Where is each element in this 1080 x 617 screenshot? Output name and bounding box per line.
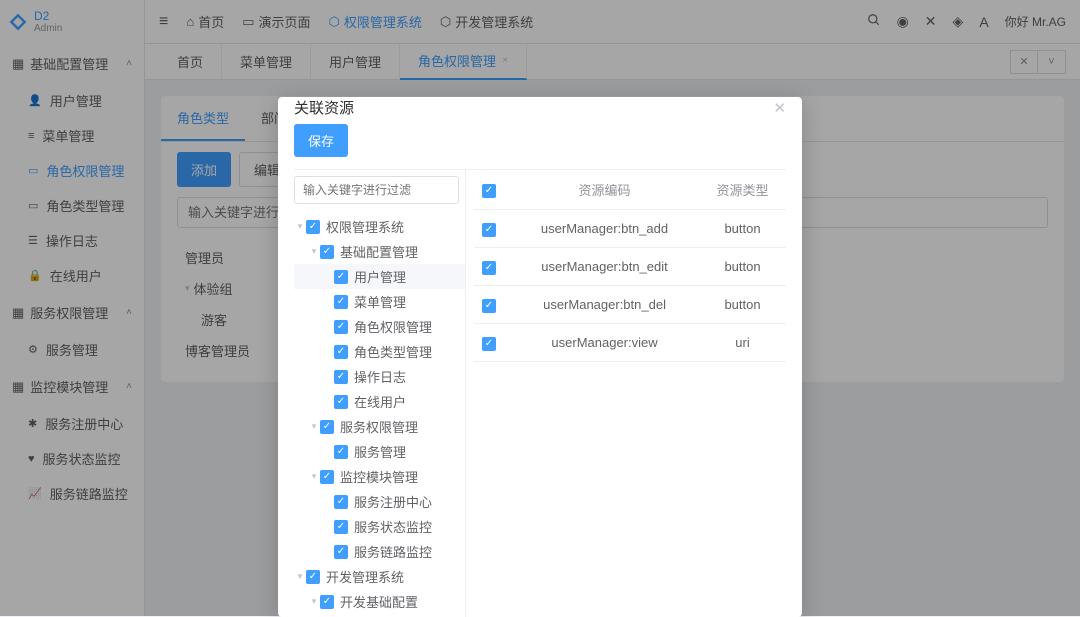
resource-table: 资源编码 资源类型 userManager:btn_addbuttonuserM… bbox=[474, 170, 786, 362]
cell-type: button bbox=[699, 286, 786, 324]
cell-type: uri bbox=[699, 324, 786, 362]
cell-type: button bbox=[699, 248, 786, 286]
tree-checkbox[interactable] bbox=[320, 470, 334, 484]
tree-label: 监控模块管理 bbox=[340, 467, 418, 486]
tree-checkbox[interactable] bbox=[334, 295, 348, 309]
expand-icon[interactable]: ▾ bbox=[294, 571, 306, 582]
row-checkbox[interactable] bbox=[482, 261, 496, 275]
save-button[interactable]: 保存 bbox=[294, 124, 348, 157]
expand-icon[interactable]: ▾ bbox=[308, 421, 320, 432]
tree-checkbox[interactable] bbox=[334, 395, 348, 409]
tree-label: 服务权限管理 bbox=[340, 417, 418, 436]
tree-node-9[interactable]: ▸服务管理 bbox=[294, 439, 465, 464]
tree-label: 角色类型管理 bbox=[354, 342, 432, 361]
tree-label: 角色权限管理 bbox=[354, 317, 432, 336]
row-checkbox[interactable] bbox=[482, 223, 496, 237]
tree-node-14[interactable]: ▾ 开发管理系统 bbox=[294, 564, 465, 589]
resource-tree: ▾ 权限管理系统 ▾ 基础配置管理 ▸用户管理▸菜单管理▸角色权限管理▸角色类型管理▸操… bbox=[294, 210, 465, 617]
tree-node-5[interactable]: ▸角色类型管理 bbox=[294, 339, 465, 364]
tree-checkbox[interactable] bbox=[320, 595, 334, 609]
tree-checkbox[interactable] bbox=[334, 520, 348, 534]
modal-title: 关联资源 bbox=[294, 97, 354, 118]
table-row: userManager:viewuri bbox=[474, 324, 786, 362]
cell-code: userManager:btn_add bbox=[510, 210, 699, 248]
tree-checkbox[interactable] bbox=[306, 220, 320, 234]
tree-checkbox[interactable] bbox=[334, 270, 348, 284]
cell-code: userManager:view bbox=[510, 324, 699, 362]
tree-label: 菜单管理 bbox=[354, 292, 406, 311]
tree-node-3[interactable]: ▸菜单管理 bbox=[294, 289, 465, 314]
tree-node-6[interactable]: ▸操作日志 bbox=[294, 364, 465, 389]
tree-checkbox[interactable] bbox=[320, 420, 334, 434]
modal: 关联资源 ✕ 保存 ▾ 权限管理系统 ▾ 基础配置管理 ▸用户管理▸菜单管理▸角色权限管… bbox=[278, 97, 802, 617]
expand-icon[interactable]: ▾ bbox=[308, 471, 320, 482]
cell-code: userManager:btn_del bbox=[510, 286, 699, 324]
tree-node-11[interactable]: ▸服务注册中心 bbox=[294, 489, 465, 514]
row-checkbox[interactable] bbox=[482, 299, 496, 313]
tree-node-2[interactable]: ▸用户管理 bbox=[294, 264, 465, 289]
tree-label: 基础配置管理 bbox=[340, 242, 418, 261]
tree-label: 在线用户 bbox=[354, 392, 406, 411]
tree-node-1[interactable]: ▾ 基础配置管理 bbox=[294, 239, 465, 264]
tree-checkbox[interactable] bbox=[334, 445, 348, 459]
tree-node-12[interactable]: ▸服务状态监控 bbox=[294, 514, 465, 539]
tree-checkbox[interactable] bbox=[334, 370, 348, 384]
table-row: userManager:btn_addbutton bbox=[474, 210, 786, 248]
tree-checkbox[interactable] bbox=[306, 570, 320, 584]
tree-checkbox[interactable] bbox=[334, 545, 348, 559]
tree-label: 服务链路监控 bbox=[354, 542, 432, 561]
tree-node-13[interactable]: ▸服务链路监控 bbox=[294, 539, 465, 564]
tree-label: 服务注册中心 bbox=[354, 492, 432, 511]
expand-icon[interactable]: ▾ bbox=[294, 221, 306, 232]
tree-label: 开发基础配置 bbox=[340, 592, 418, 611]
tree-label: 服务状态监控 bbox=[354, 517, 432, 536]
tree-search-input[interactable] bbox=[294, 176, 459, 204]
tree-checkbox[interactable] bbox=[334, 320, 348, 334]
close-icon[interactable]: ✕ bbox=[773, 99, 786, 117]
tree-node-10[interactable]: ▾ 监控模块管理 bbox=[294, 464, 465, 489]
tree-checkbox[interactable] bbox=[320, 245, 334, 259]
tree-label: 操作日志 bbox=[354, 367, 406, 386]
expand-icon[interactable]: ▾ bbox=[308, 246, 320, 257]
table-row: userManager:btn_delbutton bbox=[474, 286, 786, 324]
col-type: 资源类型 bbox=[699, 170, 786, 210]
col-code: 资源编码 bbox=[510, 170, 699, 210]
tree-checkbox[interactable] bbox=[334, 495, 348, 509]
tree-node-4[interactable]: ▸角色权限管理 bbox=[294, 314, 465, 339]
tree-node-15[interactable]: ▾ 开发基础配置 bbox=[294, 589, 465, 614]
expand-icon[interactable]: ▾ bbox=[308, 596, 320, 607]
tree-node-0[interactable]: ▾ 权限管理系统 bbox=[294, 214, 465, 239]
table-row: userManager:btn_editbutton bbox=[474, 248, 786, 286]
tree-label: 用户管理 bbox=[354, 267, 406, 286]
tree-label: 开发管理系统 bbox=[326, 567, 404, 586]
tree-node-7[interactable]: ▸在线用户 bbox=[294, 389, 465, 414]
cell-code: userManager:btn_edit bbox=[510, 248, 699, 286]
tree-label: 权限管理系统 bbox=[326, 217, 404, 236]
select-all-checkbox[interactable] bbox=[482, 184, 496, 198]
tree-checkbox[interactable] bbox=[334, 345, 348, 359]
tree-node-8[interactable]: ▾ 服务权限管理 bbox=[294, 414, 465, 439]
row-checkbox[interactable] bbox=[482, 337, 496, 351]
tree-label: 服务管理 bbox=[354, 442, 406, 461]
cell-type: button bbox=[699, 210, 786, 248]
